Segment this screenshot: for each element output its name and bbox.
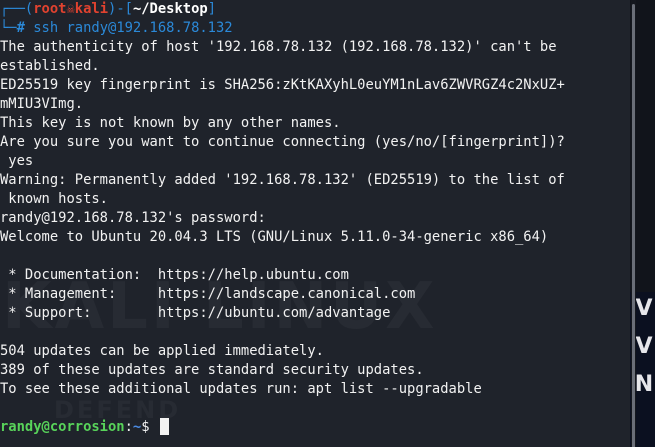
prompt-hash: #: [16, 20, 25, 36]
output-line-7: yes: [0, 153, 34, 169]
remote-separator: :: [124, 419, 133, 435]
output-line-18: 389 of these updates are standard securi…: [0, 362, 424, 378]
remote-prompt-line[interactable]: randy@corrosion:~$: [0, 418, 169, 437]
ssh-command: ssh randy@192.168.78.132: [33, 20, 233, 36]
output-line-8: Warning: Permanently added '192.168.78.1…: [0, 172, 565, 188]
remote-prompt-symbol: $: [141, 419, 150, 435]
output-line-5: This key is not known by any other names…: [0, 115, 341, 131]
output-line-2: established.: [0, 58, 100, 74]
output-line-3: ED25519 key fingerprint is SHA256:zKtKAX…: [0, 77, 565, 93]
wallpaper-letter-1: V: [635, 296, 653, 321]
output-line-6: Are you sure you want to continue connec…: [0, 134, 565, 150]
output-line-13: * Documentation: https://help.ubuntu.com: [0, 267, 349, 283]
remote-user-host: randy@corrosion: [0, 419, 125, 435]
terminal-window[interactable]: KALI LINUX DEFEND ┌──(root☠kali)-[~/Desk…: [0, 0, 630, 447]
scrollbar-thumb[interactable]: [632, 4, 635, 447]
output-line-11: Welcome to Ubuntu 20.04.3 LTS (GNU/Linux…: [0, 229, 549, 245]
kali-prompt-line-2: └─# ssh randy@192.168.78.132: [0, 20, 233, 36]
output-line-9: known hosts.: [0, 191, 108, 207]
remote-path: ~: [132, 419, 142, 435]
prompt-host: kali: [74, 1, 109, 17]
prompt-user: root: [33, 1, 67, 17]
output-line-19: To see these additional updates run: apt…: [0, 381, 482, 397]
kali-prompt-line-1: ┌──(root☠kali)-[~/Desktop]: [0, 1, 217, 17]
output-line-15: * Support: https://ubuntu.com/advantage: [0, 305, 391, 321]
text-cursor[interactable]: [159, 418, 169, 435]
output-line-1: The authenticity of host '192.168.78.132…: [0, 39, 557, 55]
wallpaper-letter-3: N: [634, 372, 654, 397]
skull-icon: ☠: [66, 1, 75, 17]
output-line-17: 504 updates can be applied immediately.: [0, 343, 324, 359]
desktop-screen: KALI LINUX DEFEND ┌──(root☠kali)-[~/Desk…: [0, 0, 655, 447]
output-line-4: mMIU3VImg.: [0, 96, 84, 112]
output-line-14: * Management: https://landscape.canonica…: [0, 286, 416, 302]
output-line-10: randy@192.168.78.132's password:: [0, 210, 275, 226]
wallpaper-letter-2: V: [635, 334, 653, 359]
prompt-path: ~/Desktop: [132, 1, 208, 17]
